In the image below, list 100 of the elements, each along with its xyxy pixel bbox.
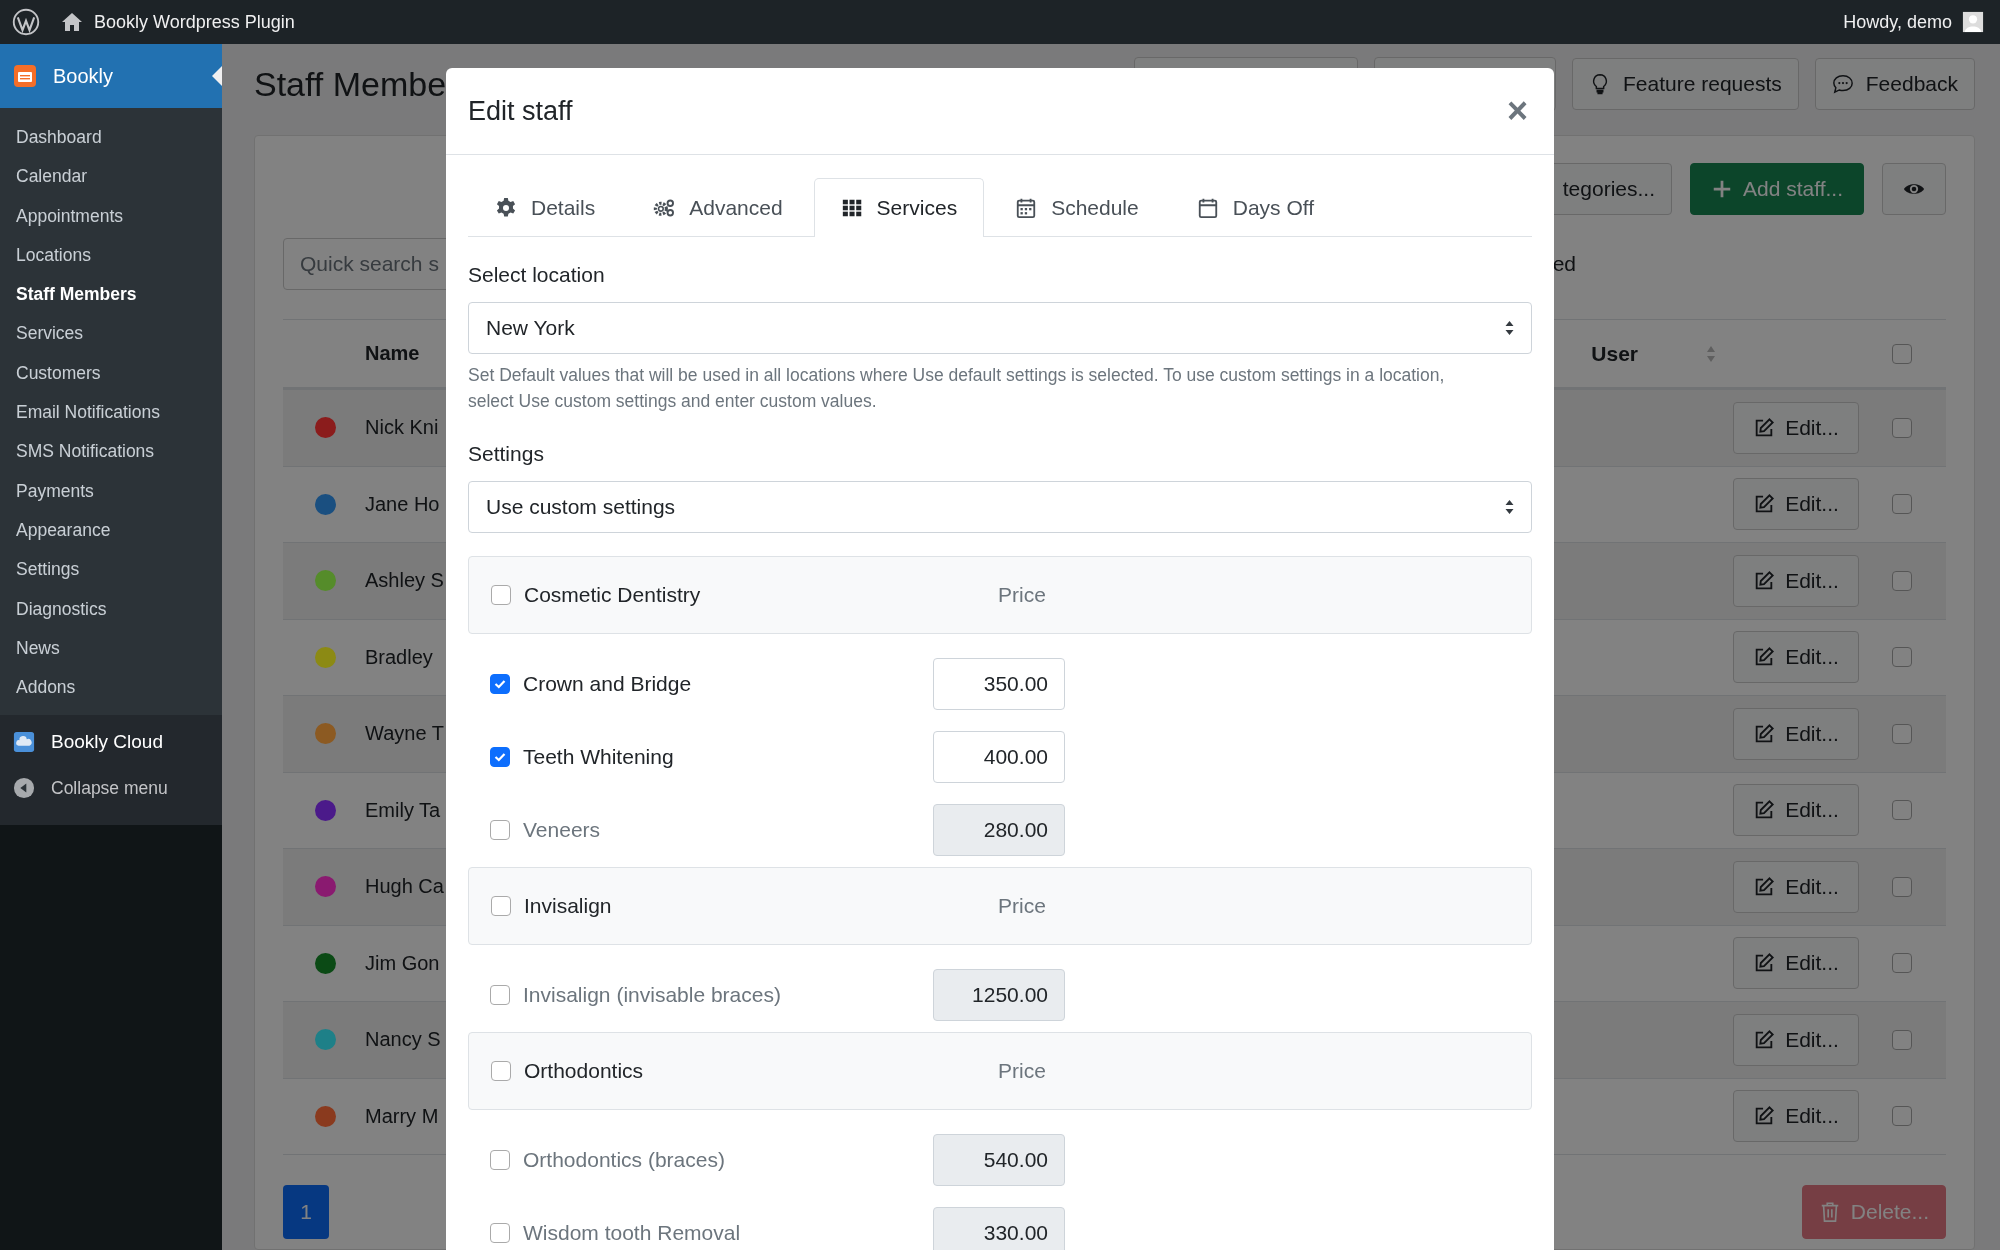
service-checkbox-label[interactable]: Orthodontics (braces) bbox=[490, 1148, 933, 1172]
row-checkbox[interactable] bbox=[1892, 1106, 1912, 1127]
edit-button[interactable]: Edit... bbox=[1733, 860, 1859, 913]
sidebar-item[interactable]: Addons bbox=[0, 668, 222, 708]
tab[interactable]: Schedule bbox=[988, 178, 1166, 236]
sidebar-item[interactable]: Locations bbox=[0, 235, 222, 276]
row-checkbox[interactable] bbox=[1892, 953, 1912, 974]
tab[interactable]: Services bbox=[813, 178, 985, 237]
column-header[interactable]: User bbox=[1591, 341, 1638, 366]
edit-button[interactable]: Edit... bbox=[1733, 937, 1859, 990]
grid-icon bbox=[840, 197, 863, 219]
price-field[interactable]: 350.00 bbox=[933, 658, 1065, 710]
sidebar-cloud-item[interactable]: Bookly Cloud bbox=[0, 719, 222, 766]
sidebar-item[interactable]: Diagnostics bbox=[0, 589, 222, 629]
row-checkbox[interactable] bbox=[1892, 1029, 1912, 1050]
row-checkbox[interactable] bbox=[1892, 723, 1912, 744]
avatar-icon[interactable] bbox=[1962, 11, 1984, 33]
sidebar-item[interactable]: Calendar bbox=[0, 157, 222, 197]
sidebar-item[interactable]: Appointments bbox=[0, 196, 222, 236]
sidebar-item[interactable]: Email Notifications bbox=[0, 393, 222, 433]
service-checkbox-label[interactable]: Teeth Whitening bbox=[490, 745, 933, 769]
dialog-title: Edit staff bbox=[468, 95, 573, 127]
edit-button[interactable]: Edit... bbox=[1733, 1013, 1859, 1066]
sidebar-item[interactable]: Services bbox=[0, 314, 222, 354]
staff-name: Wayne T bbox=[365, 722, 444, 746]
staff-name: Bradley bbox=[365, 645, 433, 669]
checkbox[interactable] bbox=[491, 896, 511, 916]
service-name: Wisdom tooth Removal bbox=[523, 1221, 741, 1245]
edit-button[interactable]: Edit... bbox=[1733, 631, 1859, 684]
sidebar-item[interactable]: News bbox=[0, 628, 222, 669]
column-header[interactable]: Name bbox=[365, 342, 420, 365]
home-icon[interactable] bbox=[60, 10, 84, 34]
chat-bubble-icon bbox=[1831, 73, 1854, 95]
checkbox[interactable] bbox=[490, 674, 510, 694]
price-field[interactable]: 400.00 bbox=[933, 731, 1065, 783]
staff-name: Hugh Ca bbox=[365, 875, 444, 899]
site-name-link[interactable]: Bookly Wordpress Plugin bbox=[94, 11, 295, 33]
category-checkbox-label[interactable]: Orthodontics bbox=[491, 1059, 956, 1083]
visibility-button[interactable] bbox=[1882, 163, 1946, 215]
checkbox[interactable] bbox=[490, 1223, 510, 1243]
row-checkbox[interactable] bbox=[1892, 800, 1912, 821]
close-button[interactable]: × bbox=[1502, 93, 1532, 129]
service-name: Teeth Whitening bbox=[523, 745, 674, 769]
sidebar-item[interactable]: Appearance bbox=[0, 510, 222, 551]
row-checkbox[interactable] bbox=[1892, 647, 1912, 668]
row-checkbox[interactable] bbox=[1892, 494, 1912, 515]
edit-button[interactable]: Edit... bbox=[1733, 401, 1859, 454]
location-select[interactable]: New York bbox=[468, 302, 1532, 354]
pencil-square-icon bbox=[1753, 722, 1776, 745]
tab[interactable]: Days Off bbox=[1169, 178, 1342, 236]
edit-button[interactable]: Edit... bbox=[1733, 554, 1859, 607]
category-name: Orthodontics bbox=[524, 1059, 644, 1083]
tab[interactable]: Advanced bbox=[626, 178, 810, 236]
checkbox[interactable] bbox=[491, 1061, 511, 1081]
feature-requests-button[interactable]: Feature requests bbox=[1572, 58, 1799, 110]
collapse-menu-button[interactable]: Collapse menu bbox=[0, 765, 222, 812]
plus-icon bbox=[1711, 178, 1733, 200]
checkbox[interactable] bbox=[490, 747, 510, 767]
row-checkbox[interactable] bbox=[1892, 876, 1912, 897]
category-checkbox-label[interactable]: Invisalign bbox=[491, 894, 956, 918]
row-checkbox[interactable] bbox=[1892, 417, 1912, 438]
category-name: Invisalign bbox=[524, 894, 612, 918]
settings-select[interactable]: Use custom settings bbox=[468, 481, 1532, 533]
edit-button[interactable]: Edit... bbox=[1733, 1090, 1859, 1143]
price-column-label: Price bbox=[997, 894, 1047, 918]
pencil-square-icon bbox=[1753, 416, 1776, 439]
field-label: Select location bbox=[468, 263, 606, 287]
row-checkbox[interactable] bbox=[1892, 570, 1912, 591]
edit-button[interactable]: Edit... bbox=[1733, 478, 1859, 531]
service-checkbox-label[interactable]: Crown and Bridge bbox=[490, 672, 933, 696]
edit-button[interactable]: Edit... bbox=[1733, 707, 1859, 760]
select-all-checkbox[interactable] bbox=[1892, 343, 1912, 364]
sidebar-item[interactable]: Payments bbox=[0, 471, 222, 511]
checkbox[interactable] bbox=[491, 585, 511, 605]
checkbox[interactable] bbox=[490, 820, 510, 840]
staff-name: Ashley S bbox=[365, 569, 444, 593]
category-checkbox-label[interactable]: Cosmetic Dentistry bbox=[491, 583, 956, 607]
wordpress-logo-icon[interactable] bbox=[12, 8, 40, 36]
service-name: Veneers bbox=[523, 818, 601, 842]
sidebar-item[interactable]: Dashboard bbox=[0, 118, 222, 158]
edit-button[interactable]: Edit... bbox=[1733, 784, 1859, 837]
sidebar-item[interactable]: Settings bbox=[0, 550, 222, 590]
sidebar-item[interactable]: Customers bbox=[0, 353, 222, 394]
service-checkbox-label[interactable]: Veneers bbox=[490, 818, 933, 842]
feedback-button[interactable]: Feedback bbox=[1814, 58, 1975, 110]
category-name: Cosmetic Dentistry bbox=[524, 583, 701, 607]
sidebar-item[interactable]: Staff Members bbox=[0, 275, 222, 315]
staff-name: Emily Ta bbox=[365, 798, 441, 822]
staff-name: Jane Ho bbox=[365, 492, 440, 516]
tab[interactable]: Details bbox=[468, 178, 623, 236]
service-checkbox-label[interactable]: Wisdom tooth Removal bbox=[490, 1221, 933, 1245]
sidebar-item[interactable]: SMS Notifications bbox=[0, 432, 222, 472]
greeting-text[interactable]: Howdy, demo bbox=[1843, 11, 1952, 33]
page-title: Staff Membe bbox=[254, 64, 447, 104]
checkbox[interactable] bbox=[490, 985, 510, 1005]
staff-name: Marry M bbox=[365, 1104, 439, 1128]
sidebar-plugin-item[interactable]: Bookly bbox=[0, 44, 222, 108]
service-checkbox-label[interactable]: Invisalign (invisable braces) bbox=[490, 983, 933, 1007]
checkbox[interactable] bbox=[490, 1150, 510, 1170]
service-name: Crown and Bridge bbox=[523, 672, 692, 696]
